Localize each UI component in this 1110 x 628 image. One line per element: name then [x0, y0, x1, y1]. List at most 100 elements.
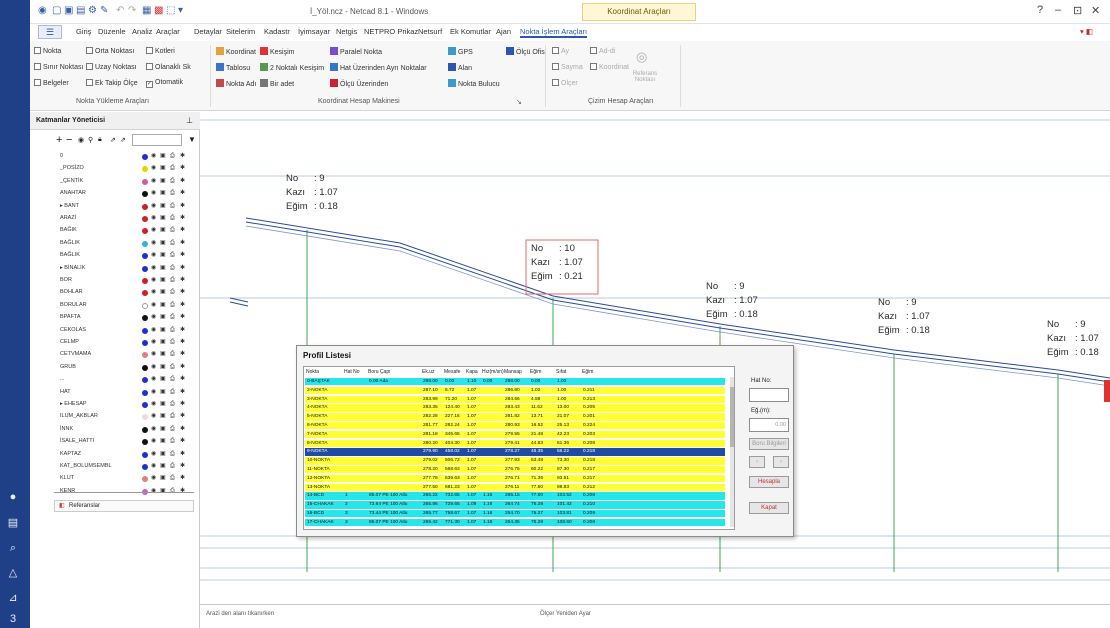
print-icon[interactable]: ⎙ — [170, 351, 175, 358]
tab-netpro[interactable]: NETPRO Prikaz — [364, 27, 418, 36]
minimize-button[interactable]: – — [1055, 4, 1061, 16]
eye-icon[interactable]: ◉ — [151, 339, 156, 346]
layer-row[interactable]: ▸ BANT ◉ ▣ ⎙ ✱ — [54, 202, 194, 211]
print-icon[interactable]: ⎙ — [170, 240, 175, 247]
lock-icon[interactable]: ▣ — [160, 463, 166, 470]
eye-icon[interactable]: ◉ — [151, 376, 156, 383]
checkbox-belgeler[interactable]: Belgeler — [34, 79, 69, 87]
hesapla-button[interactable]: Hesapla — [749, 476, 789, 488]
print-icon[interactable]: ▤ — [76, 5, 85, 16]
move-icon[interactable]: ⇗ — [110, 136, 116, 144]
paralel-nokta-button[interactable]: Paralel Nokta — [330, 47, 382, 56]
eye-icon[interactable]: ◉ — [151, 277, 156, 284]
layer-row[interactable]: ▸ BİNALIK ◉ ▣ ⎙ ✱ — [54, 264, 194, 273]
layer-color-swatch[interactable] — [142, 278, 148, 284]
layer-icon[interactable]: ▩ — [154, 5, 163, 16]
lock-icon[interactable]: ▣ — [160, 302, 166, 309]
eye-icon[interactable]: ◉ — [151, 240, 156, 247]
layer-color-swatch[interactable] — [142, 327, 148, 334]
ay-button[interactable]: Ay — [552, 47, 569, 55]
eye-icon[interactable]: ◉ — [151, 215, 156, 222]
print-icon[interactable]: ⎙ — [170, 277, 175, 284]
column-header[interactable]: Mesafe — [444, 369, 460, 375]
kapat-button[interactable]: Kapat — [749, 502, 789, 514]
freeze-icon[interactable]: ✱ — [180, 252, 185, 259]
scrollbar-thumb[interactable] — [730, 387, 734, 447]
layer-row[interactable]: KAT_BOLUMSEMBL ◉ ▣ ⎙ ✱ — [54, 462, 194, 471]
layer-row[interactable]: BAĞLIK ◉ ▣ ⎙ ✱ — [54, 239, 194, 248]
freeze-icon[interactable]: ✱ — [180, 203, 185, 210]
eye-icon[interactable]: ◉ — [151, 327, 156, 334]
print-icon[interactable]: ⎙ — [170, 203, 175, 210]
iki-noktali-kesisim-button[interactable]: 2 Noktalı Kesişim — [260, 63, 324, 72]
print-icon[interactable]: ⎙ — [170, 215, 175, 222]
layer-row[interactable]: BAĞIK ◉ ▣ ⎙ ✱ — [54, 226, 194, 235]
eye-icon[interactable]: ◉ — [151, 351, 156, 358]
layer-color-swatch[interactable] — [142, 154, 148, 160]
table-row[interactable]: 3-NOKTA 283.99 71.20 1.07 284.66 4.58 1.00 0.21… — [305, 395, 725, 404]
layer-color-swatch[interactable] — [142, 290, 148, 297]
olcu-uzerinden-button[interactable]: Ölçü Üzerinden — [330, 79, 388, 88]
undo-icon[interactable]: ↶ — [116, 5, 124, 16]
checkbox-olanakli[interactable]: Olanaklı Sk — [146, 63, 191, 71]
boru-bilgileri-button[interactable]: Boru Bilgileri — [749, 438, 789, 450]
print-icon[interactable]: ⎙ — [170, 314, 175, 321]
freeze-icon[interactable]: ✱ — [180, 265, 185, 272]
bir-adet-button[interactable]: Bir adet — [260, 79, 294, 88]
tab-netgis[interactable]: Netgis — [336, 27, 357, 36]
layer-row[interactable]: ... ◉ ▣ ⎙ ✱ — [54, 375, 194, 384]
nokta-bulucu-button[interactable]: Nokta Bulucu — [448, 79, 500, 88]
layer-row[interactable]: BORULAR ◉ ▣ ⎙ ✱ — [54, 301, 194, 310]
eye-icon[interactable]: ◉ — [151, 265, 156, 272]
print-icon[interactable]: ⎙ — [170, 178, 175, 185]
remove-layer-icon[interactable]: − — [66, 134, 72, 146]
kesisim-button[interactable]: Kesişim — [260, 47, 295, 56]
ad-di-button[interactable]: Ad-di — [590, 47, 615, 55]
nokta-adi-button[interactable]: Nokta Adı — [216, 79, 256, 88]
layer-color-swatch[interactable] — [142, 426, 148, 433]
layer-row[interactable]: BPAFTA ◉ ▣ ⎙ ✱ — [54, 313, 194, 322]
olcu-ofis-button[interactable]: Ölçü Ofis — [506, 47, 545, 56]
tab-ajan[interactable]: Ajan — [496, 27, 511, 36]
print-icon[interactable]: ⎙ — [170, 413, 175, 420]
lock-icon[interactable]: ▣ — [160, 215, 166, 222]
freeze-icon[interactable]: ✱ — [180, 277, 185, 284]
print-icon[interactable]: ⎙ — [170, 426, 175, 433]
layer-row[interactable]: GRUB ◉ ▣ ⎙ ✱ — [54, 363, 194, 372]
tab-sitelerim[interactable]: Sitelerim — [226, 27, 255, 36]
lock-icon[interactable]: ▣ — [160, 252, 166, 259]
column-header[interactable]: Boru Çapı — [368, 369, 391, 375]
layer-color-swatch[interactable] — [142, 191, 148, 198]
triangle-icon[interactable]: △ — [6, 566, 20, 580]
close-button[interactable]: ✕ — [1091, 4, 1100, 17]
column-header[interactable]: Mansap — [504, 369, 522, 375]
eye-icon[interactable]: ◉ — [151, 475, 156, 482]
olcer-button[interactable]: Olçer — [552, 79, 578, 87]
print-icon[interactable]: ⎙ — [170, 153, 175, 160]
layer-row[interactable]: BOHLAR ◉ ▣ ⎙ ✱ — [54, 288, 194, 297]
eye-icon[interactable]: ◉ — [151, 153, 156, 160]
print-icon[interactable]: ⎙ — [170, 289, 175, 296]
save-icon[interactable]: ▣ — [64, 5, 73, 16]
hat-uzerinden-button[interactable]: Hat Üzerinden Ayrı Noktalar — [330, 63, 427, 72]
copy-icon[interactable]: ⇗ — [120, 136, 126, 144]
lock-icon[interactable]: ▣ — [160, 438, 166, 445]
layer-color-swatch[interactable] — [142, 228, 148, 235]
profile-label[interactable]: No: 9 Kazı: 1.07 Eğim: 0.18 — [706, 280, 758, 322]
info-icon[interactable]: ● — [6, 490, 20, 504]
profile-table[interactable]: Nokta Hat No Boru Çapı Ek.uz Mesafe Kapa Hız(m… — [303, 366, 735, 530]
eye-icon[interactable]: ◉ — [151, 401, 156, 408]
gps-button[interactable]: GPS — [448, 47, 473, 56]
number-icon[interactable]: 3 — [6, 612, 20, 626]
eye-icon[interactable]: ◉ — [151, 190, 156, 197]
print-icon[interactable]: ⎙ — [170, 302, 175, 309]
freeze-icon[interactable]: ✱ — [180, 289, 185, 296]
funnel-icon[interactable]: ▼ — [188, 135, 196, 144]
panel-splitter[interactable] — [54, 492, 194, 493]
eye-icon[interactable]: ◉ — [151, 302, 156, 309]
help-icon[interactable]: ? — [1037, 4, 1043, 16]
freeze-icon[interactable]: ✱ — [180, 401, 185, 408]
freeze-icon[interactable]: ✱ — [180, 215, 185, 222]
table-row[interactable]: 12-NOKTA 277.78 639.63 1.07 276.71 71.36 93.51… — [305, 474, 725, 483]
layer-row[interactable]: CELMP ◉ ▣ ⎙ ✱ — [54, 338, 194, 347]
